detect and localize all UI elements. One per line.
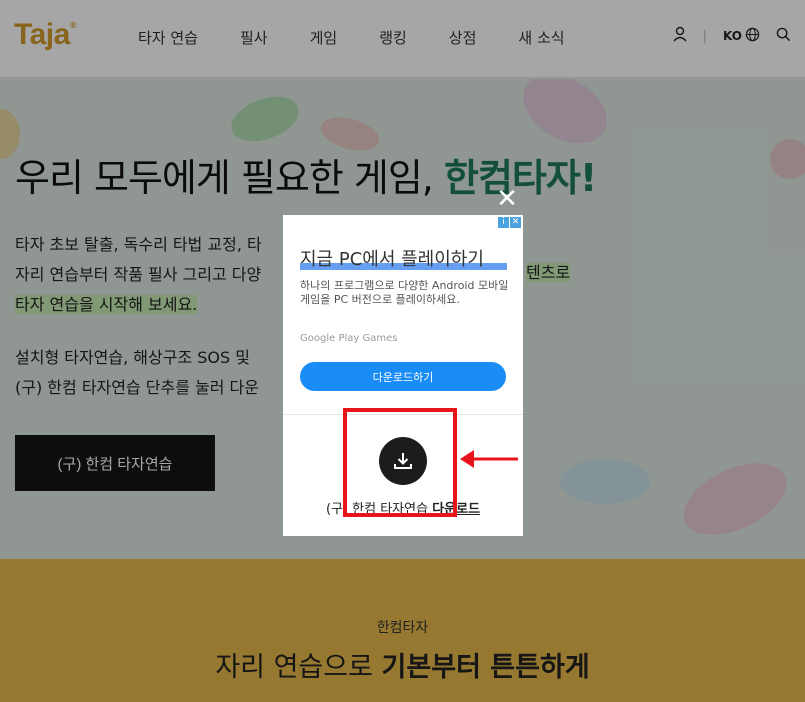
close-icon[interactable]: ✕ bbox=[496, 186, 518, 212]
ad-choices-badge[interactable]: i ✕ bbox=[497, 217, 521, 228]
annotation-highlight-box bbox=[343, 408, 457, 517]
ad-description: 하나의 프로그램으로 다양한 Android 모바일 게임을 PC 버전으로 플… bbox=[300, 279, 509, 306]
ad-title[interactable]: 지금 PC에서 플레이하기 bbox=[300, 245, 484, 271]
ad-source: Google Play Games bbox=[300, 333, 398, 344]
annotation-arrow-icon bbox=[460, 450, 518, 468]
ad-download-button[interactable]: 다운로드하기 bbox=[300, 362, 506, 391]
ad-info-icon[interactable]: i bbox=[498, 217, 509, 228]
ad-close-icon[interactable]: ✕ bbox=[510, 217, 521, 228]
